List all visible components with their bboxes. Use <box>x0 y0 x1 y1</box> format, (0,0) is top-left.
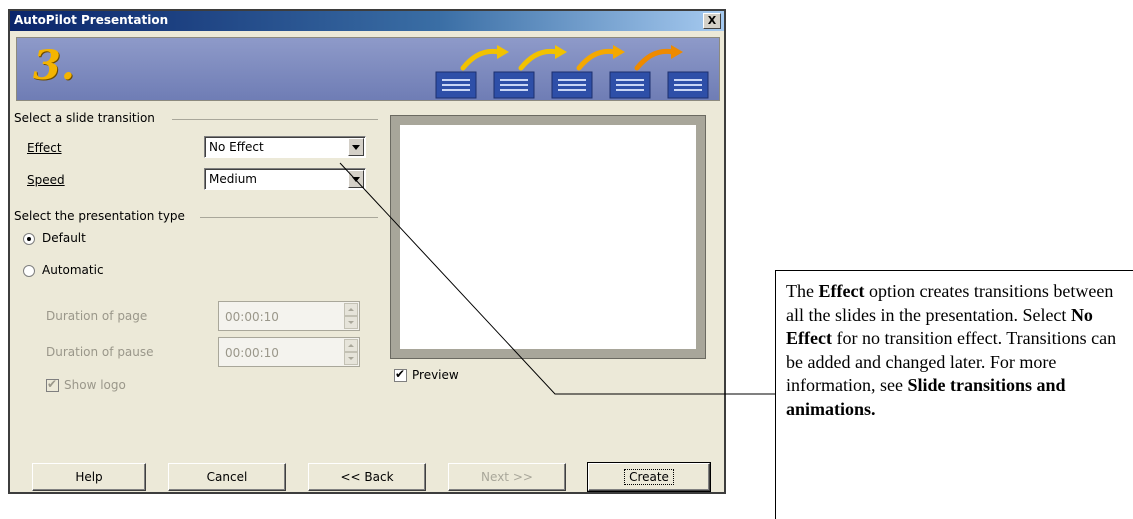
dialog-body: 3. Select a slide transition Effect No E… <box>10 31 724 492</box>
group-divider <box>172 119 378 120</box>
speed-value: Medium <box>209 172 257 186</box>
spin-up-icon[interactable] <box>344 339 358 352</box>
annotation-callout: The Effect option creates transitions be… <box>775 270 1133 519</box>
checkmark-icon: ✔ <box>395 367 406 381</box>
effect-label-text: Effect <box>27 141 62 155</box>
title-bar[interactable]: AutoPilot Presentation X <box>10 11 724 31</box>
spin-down-icon[interactable] <box>344 352 358 365</box>
default-radio[interactable] <box>23 233 35 245</box>
step-banner: 3. <box>16 37 720 101</box>
duration-pause-spinner[interactable]: 00:00:10 <box>218 337 360 367</box>
create-button[interactable]: Create <box>587 462 711 492</box>
callout-text-1: The <box>786 281 819 301</box>
speed-label: Speed <box>27 173 65 187</box>
back-button[interactable]: << Back <box>308 463 426 491</box>
preview-canvas <box>400 125 696 349</box>
create-button-label: Create <box>624 469 674 485</box>
window-title: AutoPilot Presentation <box>14 13 169 27</box>
effect-value: No Effect <box>209 140 264 154</box>
chevron-down-icon[interactable] <box>348 138 364 156</box>
spin-down-icon[interactable] <box>344 316 358 329</box>
duration-page-spinner[interactable]: 00:00:10 <box>218 301 360 331</box>
slide-sequence-graphic <box>435 45 709 99</box>
presentation-type-group-label: Select the presentation type <box>14 209 185 223</box>
cancel-button[interactable]: Cancel <box>168 463 286 491</box>
automatic-option-label[interactable]: Automatic <box>42 263 104 277</box>
show-logo-label: Show logo <box>64 378 126 392</box>
callout-text: The Effect option creates transitions be… <box>786 280 1126 421</box>
checkmark-icon: ✔ <box>47 377 58 391</box>
duration-page-value: 00:00:10 <box>225 310 279 324</box>
speed-dropdown[interactable]: Medium <box>204 168 366 190</box>
group-divider <box>200 217 378 218</box>
preview-checkbox[interactable]: ✔ <box>394 367 407 382</box>
effect-dropdown[interactable]: No Effect <box>204 136 366 158</box>
automatic-radio[interactable] <box>23 265 35 277</box>
show-logo-checkbox[interactable]: ✔ <box>46 377 59 392</box>
chevron-down-icon[interactable] <box>348 170 364 188</box>
autopilot-dialog: AutoPilot Presentation X 3. Select a sli… <box>8 9 726 494</box>
callout-bold-1: Effect <box>818 281 865 301</box>
preview-label[interactable]: Preview <box>412 368 459 382</box>
speed-label-text: Speed <box>27 173 65 187</box>
spin-up-icon[interactable] <box>344 303 358 316</box>
default-option-label[interactable]: Default <box>42 231 86 245</box>
arrow-icon <box>460 48 676 71</box>
duration-pause-label: Duration of pause <box>46 345 154 359</box>
transition-group-label: Select a slide transition <box>14 111 155 125</box>
close-button[interactable]: X <box>703 13 721 29</box>
next-button[interactable]: Next >> <box>448 463 566 491</box>
duration-page-label: Duration of page <box>46 309 148 323</box>
duration-pause-value: 00:00:10 <box>225 346 279 360</box>
effect-label: Effect <box>27 141 62 155</box>
preview-pane <box>390 115 706 359</box>
help-button[interactable]: Help <box>32 463 146 491</box>
